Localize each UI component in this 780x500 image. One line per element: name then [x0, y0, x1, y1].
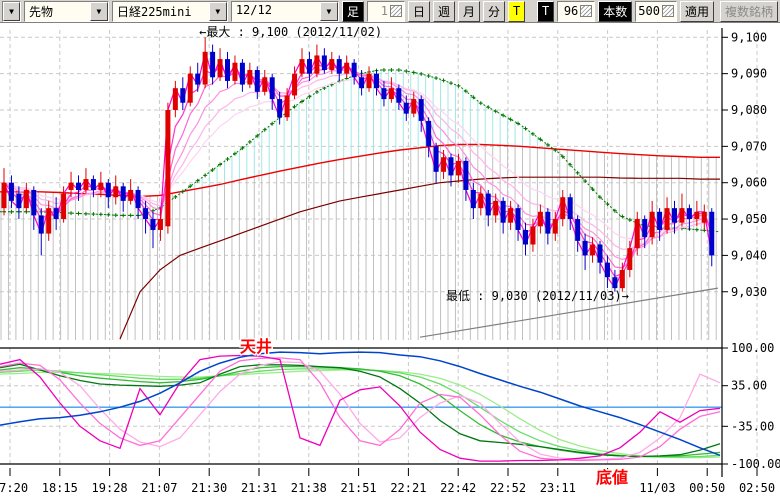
time-axis-label: 21:31	[241, 481, 277, 495]
time-axis-label: 02:50	[739, 481, 775, 495]
max-price-annotation: ←最大 : 9,100 (2012/11/02)	[199, 25, 382, 39]
spinner-grip-icon[interactable]	[580, 5, 592, 17]
count-stepper[interactable]: 500	[635, 1, 677, 22]
min-price-annotation: 最低 : 9,030 (2012/11/03)→	[446, 289, 629, 303]
count-value: 500	[638, 4, 660, 18]
price-axis-label: 9,030	[731, 285, 767, 299]
time-axis-label: 19:28	[92, 481, 128, 495]
tick-black-button[interactable]: T	[537, 1, 554, 22]
symbol-select[interactable]: 日経225mini ▼	[112, 1, 228, 22]
time-axis-label: 22:21	[390, 481, 426, 495]
interval-stepper[interactable]: 1	[367, 1, 405, 22]
date-select-value: 12/12	[232, 2, 320, 21]
oscillator-panel	[0, 348, 722, 464]
price-axis-label: 9,050	[731, 212, 767, 226]
ceiling-annotation: 天井	[240, 337, 272, 356]
oscillator-axis-label: -35.00	[731, 419, 774, 433]
price-axis-label: 9,070	[731, 139, 767, 153]
spinner-grip-icon[interactable]	[390, 5, 402, 17]
oscillator-axis-label: 35.00	[731, 379, 767, 393]
period-day-button[interactable]: 日	[408, 1, 430, 22]
time-axis-label: 21:38	[291, 481, 327, 495]
period-week-button[interactable]: 週	[433, 1, 455, 22]
price-axis-label: 9,080	[731, 103, 767, 117]
time-axis-label: 21:07	[141, 481, 177, 495]
price-axis-label: 9,060	[731, 176, 767, 190]
time-axis-label: 18:15	[42, 481, 78, 495]
ashi-button[interactable]: 足	[342, 1, 364, 22]
oscillator-axis-label: 100.00	[731, 341, 774, 355]
period-month-button[interactable]: 月	[458, 1, 480, 22]
chart-canvas[interactable]: 9,100 9,090 9,080 9,070 9,060 9,050 9,040 9,030…	[0, 0, 780, 500]
period-minute-button[interactable]: 分	[483, 1, 505, 22]
edge-combo[interactable]: ▼	[2, 1, 21, 22]
market-select[interactable]: 先物 ▼	[24, 1, 109, 22]
time-axis-label: 23:11	[540, 481, 576, 495]
time-axis-label: 00:50	[689, 481, 725, 495]
chevron-down-icon[interactable]: ▼	[90, 2, 108, 21]
bars-value: 96	[560, 4, 578, 18]
price-axis-label: 9,100	[731, 30, 767, 44]
spinner-grip-icon[interactable]	[662, 5, 674, 17]
time-axis-label: 21:30	[191, 481, 227, 495]
date-select[interactable]: 12/12 ▼	[231, 1, 339, 22]
time-axis-label: 22:52	[490, 481, 526, 495]
chart-window: { "toolbar": { "edge_combo": "", "market…	[0, 0, 780, 500]
chevron-down-icon[interactable]: ▼	[209, 2, 227, 21]
time-axis-label: 22:42	[440, 481, 476, 495]
time-axis-label: 17:20	[0, 481, 28, 495]
bottom-annotation: 底値	[596, 468, 628, 487]
bars-stepper[interactable]: 96	[557, 1, 595, 22]
interval-value: 1	[370, 4, 388, 18]
chevron-down-icon[interactable]: ▼	[320, 2, 338, 21]
multi-symbol-button[interactable]: 複数銘柄	[720, 1, 778, 22]
price-axis-label: 9,040	[731, 248, 767, 262]
time-axis-label: 21:51	[341, 481, 377, 495]
bars-button[interactable]: 本数	[598, 1, 632, 22]
chevron-down-icon[interactable]: ▼	[3, 2, 20, 21]
toolbar: ▼ 先物 ▼ 日経225mini ▼ 12/12 ▼ 足 1 日 週 月 分 T…	[0, 0, 780, 23]
market-select-value: 先物	[25, 2, 90, 21]
tick-yellow-button[interactable]: T	[508, 1, 525, 22]
time-axis-label: 11/03	[639, 481, 675, 495]
oscillator-axis-label: -100.00	[731, 457, 780, 471]
apply-button[interactable]: 適用	[680, 1, 714, 22]
ema-ribbon	[4, 52, 712, 288]
symbol-select-value: 日経225mini	[113, 2, 209, 21]
price-axis-label: 9,090	[731, 67, 767, 81]
